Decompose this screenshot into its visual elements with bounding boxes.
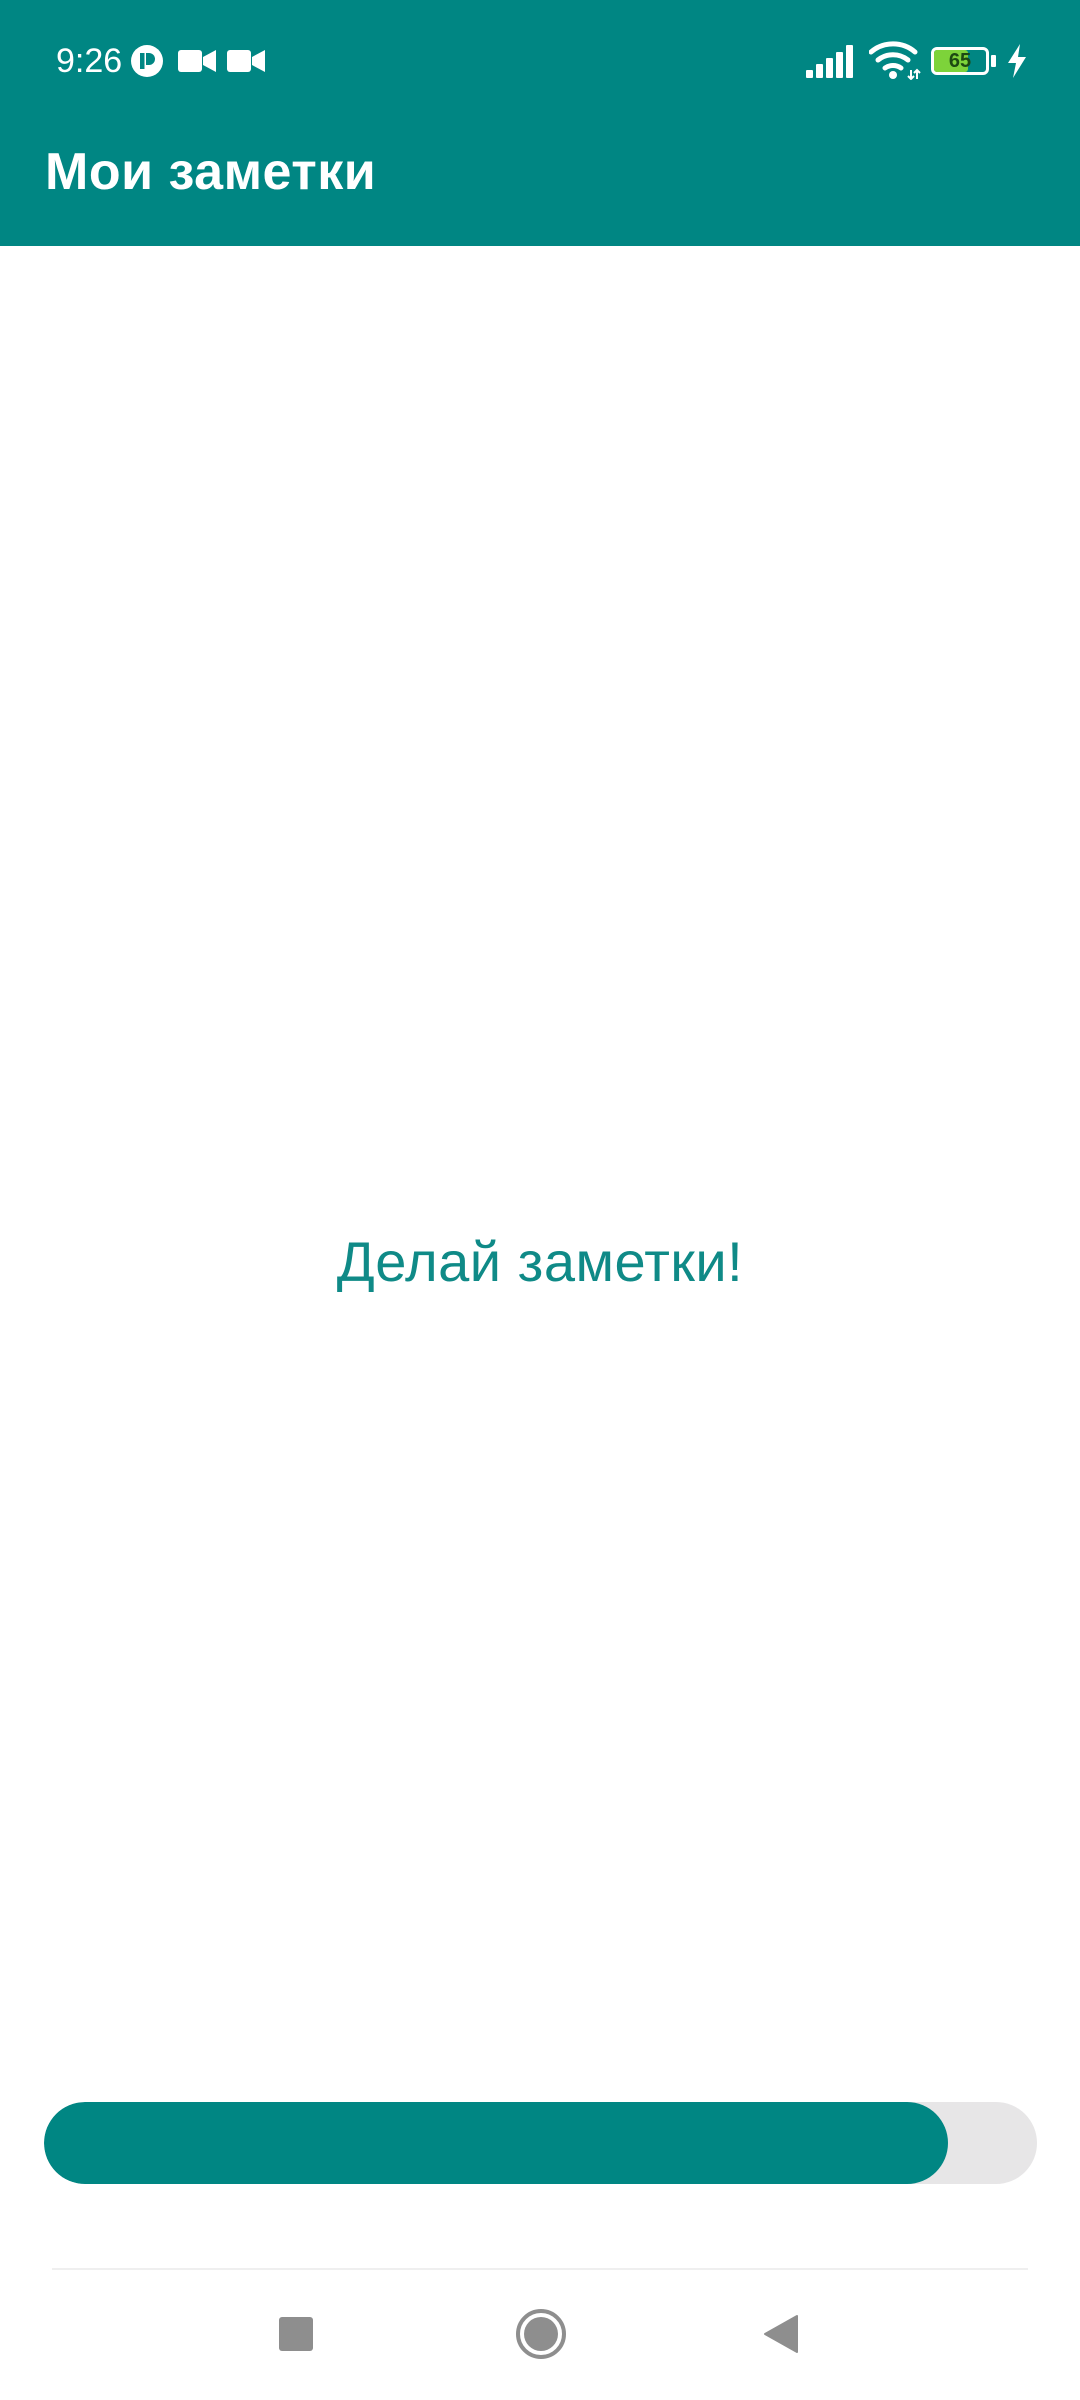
progress-fill <box>44 2102 948 2184</box>
battery-icon: 65 <box>931 47 997 75</box>
battery-cap <box>991 55 996 67</box>
app-header: 9:26 65 Мои заметки <box>0 0 1080 246</box>
app-title: Мои заметки <box>45 143 377 201</box>
charging-bolt-icon <box>1008 44 1026 78</box>
status-time: 9:26 <box>56 42 123 80</box>
home-icon[interactable] <box>515 2308 567 2360</box>
app-screen: 9:26 65 Мои заметки Делай заметки! <box>0 0 1080 2400</box>
p-app-icon <box>131 45 163 77</box>
battery-percentage: 65 <box>948 50 972 72</box>
nav-divider <box>52 2268 1028 2270</box>
video-camera-icon <box>178 50 216 72</box>
back-icon[interactable] <box>763 2314 799 2354</box>
status-bar: 9:26 65 <box>0 0 1080 120</box>
recents-icon[interactable] <box>278 2316 314 2352</box>
empty-state-message: Делай заметки! <box>336 1230 744 1293</box>
video-camera-icon <box>227 50 265 72</box>
progress-bar <box>44 2102 1037 2184</box>
signal-icon <box>806 45 853 78</box>
wifi-icon <box>869 41 921 80</box>
